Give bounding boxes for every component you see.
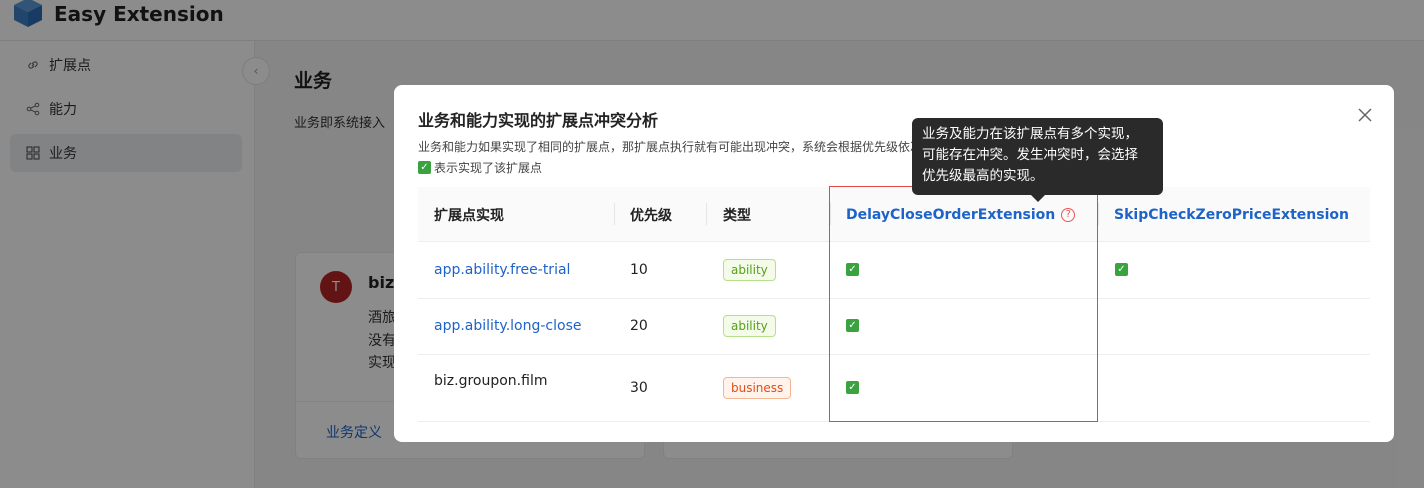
impl-link[interactable]: app.ability.free-trial xyxy=(434,262,570,278)
tooltip-line: 业务及能力在该扩展点有多个实现， xyxy=(922,126,1138,142)
table-row: app.ability.long-close 20 ability ✓ xyxy=(418,299,1370,355)
check-icon: ✓ xyxy=(846,263,859,276)
impl-link[interactable]: app.ability.long-close xyxy=(434,318,582,334)
table-row: app.ability.free-trial 10 ability ✓ ✓ xyxy=(418,243,1370,299)
tooltip-arrow xyxy=(1031,195,1045,202)
modal-title: 业务和能力实现的扩展点冲突分析 xyxy=(418,111,659,130)
check-icon: ✓ xyxy=(418,161,431,174)
column-header-impl: 扩展点实现 xyxy=(434,207,504,224)
check-icon: ✓ xyxy=(846,381,859,394)
conflict-tooltip: 业务及能力在该扩展点有多个实现， 可能存在冲突。发生冲突时，会选择 优先级最高的… xyxy=(912,118,1163,195)
question-circle-icon[interactable]: ? xyxy=(1061,207,1076,222)
column-header-label: DelayCloseOrderExtension xyxy=(846,206,1056,223)
tooltip-line: 优先级最高的实现。 xyxy=(922,168,1044,184)
type-tag: business xyxy=(723,377,792,399)
check-icon: ✓ xyxy=(1115,263,1128,276)
modal-description: 业务和能力如果实现了相同的扩展点，那扩展点执行就有可能出现冲突，系统会根据优先级… xyxy=(418,140,923,154)
table-header: 扩展点实现 优先级 类型 DelayCloseOrderExtension ? … xyxy=(418,187,1370,242)
type-tag: ability xyxy=(723,259,776,281)
column-header-skip-check-zero-price[interactable]: SkipCheckZeroPriceExtension xyxy=(1114,187,1349,242)
type-tag: ability xyxy=(723,315,776,337)
column-divider xyxy=(830,203,831,225)
impl-name: biz.groupon.film xyxy=(434,373,548,389)
column-header-type: 类型 xyxy=(723,207,751,224)
legend-text: 表示实现了该扩展点 xyxy=(434,161,543,175)
column-divider xyxy=(614,203,615,225)
legend: ✓ 表示实现了该扩展点 xyxy=(418,159,542,176)
close-icon[interactable] xyxy=(1352,102,1378,128)
column-header-priority: 优先级 xyxy=(630,207,672,224)
column-divider xyxy=(706,203,707,225)
priority-value: 10 xyxy=(630,262,648,278)
priority-value: 30 xyxy=(630,380,648,396)
priority-value: 20 xyxy=(630,318,648,334)
table-row: biz.groupon.film 30 business ✓ xyxy=(418,355,1370,422)
check-icon: ✓ xyxy=(846,319,859,332)
conflict-analysis-modal: 业务和能力实现的扩展点冲突分析 业务和能力如果实现了相同的扩展点，那扩展点执行就… xyxy=(394,85,1394,442)
tooltip-line: 可能存在冲突。发生冲突时，会选择 xyxy=(922,147,1138,163)
column-divider xyxy=(1098,203,1099,225)
